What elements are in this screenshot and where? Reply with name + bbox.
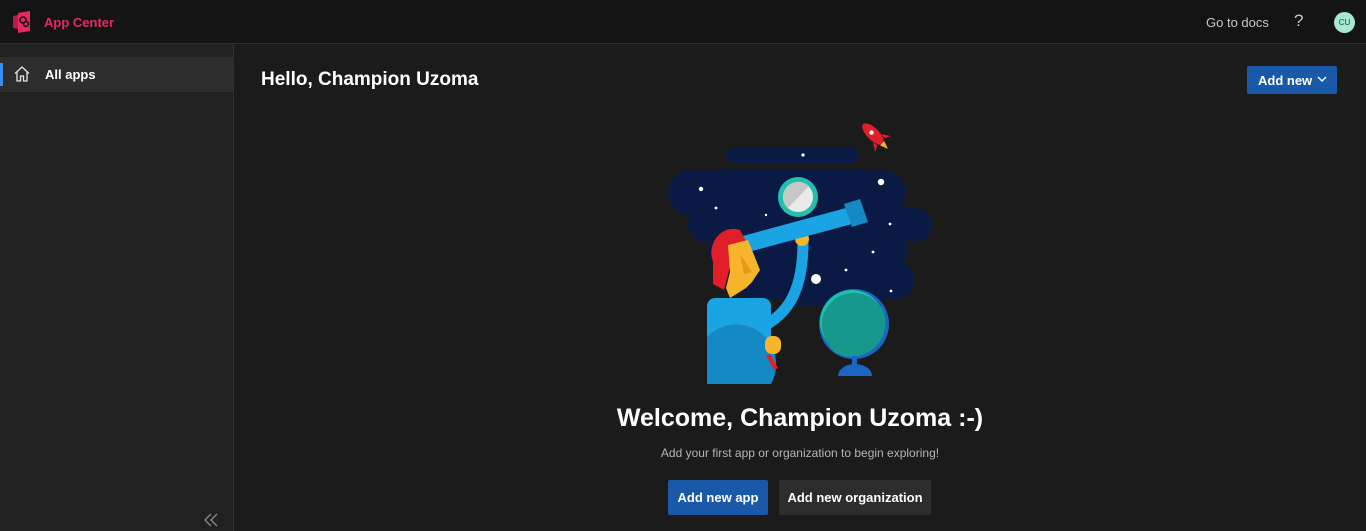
welcome-illustration (668, 123, 932, 384)
add-new-button[interactable]: Add new (1247, 66, 1337, 94)
add-new-organization-button[interactable]: Add new organization (779, 480, 931, 515)
sidebar: All apps (0, 44, 234, 531)
go-to-docs-link[interactable]: Go to docs (1206, 15, 1269, 30)
app-center-logo[interactable] (12, 11, 34, 33)
page-title: Hello, Champion Uzoma (261, 69, 479, 90)
welcome-subtitle: Add your first app or organization to be… (660, 446, 940, 460)
top-bar: App Center Go to docs ? CU (0, 0, 1366, 44)
moon (778, 177, 818, 217)
sidebar-item-all-apps[interactable]: All apps (0, 57, 233, 92)
double-chevron-left-icon[interactable] (202, 512, 220, 528)
chevron-down-icon (1317, 76, 1327, 82)
app-title[interactable]: App Center (44, 15, 114, 30)
avatar[interactable]: CU (1334, 12, 1355, 33)
sidebar-item-label: All apps (45, 67, 96, 82)
welcome-heading: Welcome, Champion Uzoma :-) (616, 404, 984, 432)
add-new-app-button[interactable]: Add new app (668, 480, 768, 515)
selected-indicator (0, 63, 3, 86)
rocket (862, 123, 891, 152)
add-new-label: Add new (1258, 73, 1313, 88)
help-icon[interactable]: ? (1294, 11, 1303, 31)
globe (819, 289, 889, 376)
home-icon (14, 66, 30, 82)
